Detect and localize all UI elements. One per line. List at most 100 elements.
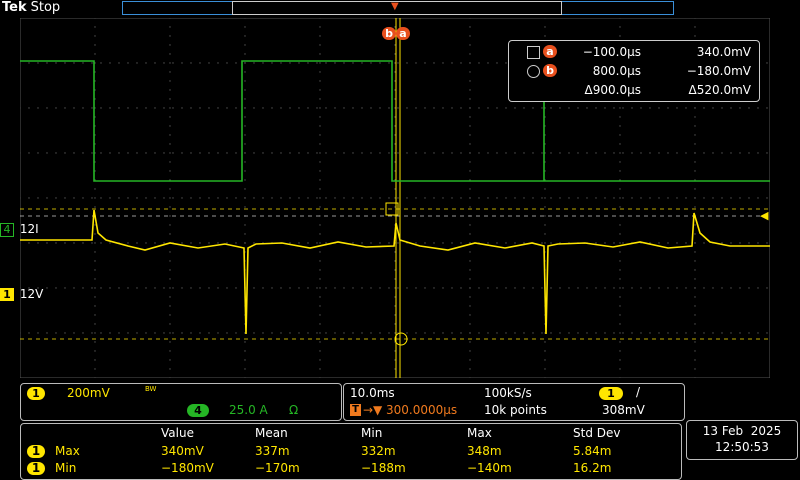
grid-dot <box>319 260 321 262</box>
grid-dot <box>550 152 552 154</box>
grid-dot <box>721 332 723 334</box>
trigger-level[interactable]: 308mV <box>602 403 645 417</box>
grid-dot <box>91 197 93 199</box>
cursor-label-marker[interactable]: ba <box>382 22 410 40</box>
grid-dot <box>394 206 396 208</box>
row-mean: 337m <box>255 444 290 458</box>
grid-dot <box>82 242 84 244</box>
grid-dot <box>649 107 651 109</box>
grid-dot <box>523 332 525 334</box>
grid-dot <box>46 242 48 244</box>
grid-dot <box>487 152 489 154</box>
trigger-position[interactable]: 300.0000µs <box>386 403 457 417</box>
grid-dot <box>163 107 165 109</box>
ch1-scale[interactable]: 200mV <box>67 386 110 400</box>
grid-dot <box>226 242 228 244</box>
vertical-settings-panel[interactable]: 1 200mV BW 4 25.0 A Ω <box>20 383 342 421</box>
grid-dot <box>253 332 255 334</box>
grid-dot <box>514 332 516 334</box>
cursor-readout[interactable]: a −100.0µs 340.0mV b 800.0µs −180.0mV Δ9… <box>508 40 760 102</box>
grid-dot <box>619 377 621 378</box>
table-row[interactable]: 1 Max 340mV 337m 332m 348m 5.84m <box>21 443 679 459</box>
grid-dot <box>586 332 588 334</box>
sample-rate: 100kS/s <box>484 386 532 400</box>
grid-dot <box>460 152 462 154</box>
grid-dot <box>94 305 96 307</box>
grid-dot <box>394 134 396 136</box>
grid-dot <box>169 224 171 226</box>
grid-dot <box>469 89 471 91</box>
ch1-offset-marker[interactable]: 1 12V <box>0 287 43 301</box>
grid-dot <box>577 107 579 109</box>
grid-dot <box>544 35 546 37</box>
grid-dot <box>397 107 399 109</box>
grid-dot <box>94 53 96 55</box>
grid-dot <box>694 296 696 298</box>
grid-dot <box>619 26 621 28</box>
grid-dot <box>73 197 75 199</box>
grid-dot <box>319 134 321 136</box>
ch4-scale-badge[interactable]: 4 <box>187 404 209 417</box>
grid-dot <box>319 107 321 109</box>
grid-dot <box>169 359 171 361</box>
grid-dot <box>319 242 321 244</box>
grid-dot <box>757 332 759 334</box>
grid-dot <box>253 287 255 289</box>
grid-dot <box>169 332 171 334</box>
grid-dot <box>469 287 471 289</box>
grid-dot <box>64 332 66 334</box>
grid-dot <box>514 152 516 154</box>
grid-dot <box>94 224 96 226</box>
grid-dot <box>748 242 750 244</box>
grid-dot <box>127 152 129 154</box>
grid-dot <box>289 107 291 109</box>
grid-dot <box>394 143 396 145</box>
grid-dot <box>94 44 96 46</box>
grid-dot <box>469 314 471 316</box>
horizontal-trigger-panel[interactable]: 10.0ms 100kS/s 1 / T →▼ 300.0000µs 10k p… <box>343 383 685 421</box>
grid-dot <box>289 197 291 199</box>
grid-dot <box>145 242 147 244</box>
ch1-scale-badge[interactable]: 1 <box>27 387 45 400</box>
grid-dot <box>343 332 345 334</box>
trigger-level-icon[interactable]: ◀ <box>760 210 768 222</box>
table-row[interactable]: 1 Min −180mV −170m −188m −140m 16.2m <box>21 460 679 476</box>
grid-dot <box>235 242 237 244</box>
grid-dot <box>619 314 621 316</box>
ch4-scale[interactable]: 25.0 A <box>229 403 268 417</box>
grid-dot <box>451 242 453 244</box>
grid-dot <box>271 107 273 109</box>
grid-dot <box>730 197 732 199</box>
ch4-offset-marker[interactable]: 4 12I <box>0 222 39 237</box>
grid-dot <box>307 62 309 64</box>
grid-dot <box>307 287 309 289</box>
grid-dot <box>460 242 462 244</box>
grid-dot <box>271 287 273 289</box>
grid-dot <box>619 170 621 172</box>
grid-dot <box>640 332 642 334</box>
grid-dot <box>694 152 696 154</box>
grid-dot <box>208 197 210 199</box>
measurement-table[interactable]: Value Mean Min Max Std Dev 1 Max 340mV 3… <box>20 423 682 480</box>
grid-dot <box>397 152 399 154</box>
grid-dot <box>394 314 396 316</box>
grid-dot <box>226 332 228 334</box>
datetime-display[interactable]: 13 Feb 2025 12:50:53 <box>686 420 798 460</box>
grid-dot <box>544 233 546 235</box>
timebase-scale[interactable]: 10.0ms <box>350 386 395 400</box>
grid-dot <box>154 332 156 334</box>
grid-dot <box>514 242 516 244</box>
grid-dot <box>154 62 156 64</box>
grid-dot <box>298 62 300 64</box>
grid-dot <box>658 332 660 334</box>
grid-dot <box>394 278 396 280</box>
grid-dot <box>619 233 621 235</box>
grid-dot <box>55 242 57 244</box>
grid-dot <box>550 197 552 199</box>
grid-dot <box>586 287 588 289</box>
grid-dot <box>631 152 633 154</box>
cursor-a-readout-badge: a <box>543 45 557 58</box>
trigger-channel-badge[interactable]: 1 <box>599 387 623 400</box>
grid-dot <box>622 242 624 244</box>
grid-dot <box>766 287 768 289</box>
